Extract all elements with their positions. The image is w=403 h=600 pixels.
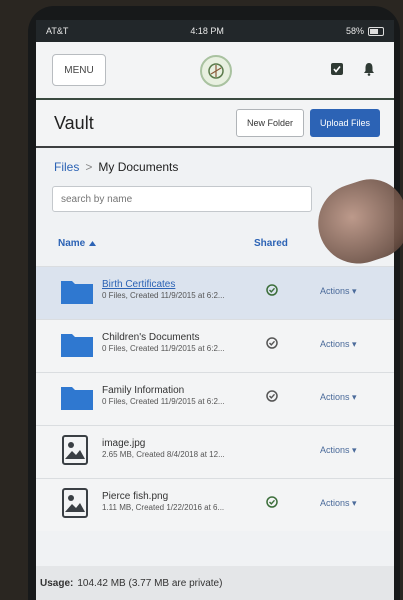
folder-icon — [60, 277, 94, 310]
usage-value: 104.42 MB (3.77 MB are private) — [77, 577, 223, 589]
file-name[interactable]: Birth Certificates — [102, 279, 262, 290]
image-file-icon — [62, 434, 88, 470]
top-navbar: MENU — [36, 42, 394, 100]
table-row[interactable]: Children's Documents 0 Files, Created 11… — [36, 319, 394, 372]
folder-icon — [60, 330, 94, 363]
name-column-label: Name — [58, 237, 86, 249]
bell-icon[interactable] — [362, 62, 376, 76]
shared-check-icon — [266, 283, 278, 301]
breadcrumb-current: My Documents — [98, 160, 179, 174]
folder-icon — [60, 383, 94, 416]
file-name[interactable]: image.jpg — [102, 438, 262, 449]
table-row[interactable]: image.jpg 2.65 MB, Created 8/4/2018 at 1… — [36, 425, 394, 478]
file-name[interactable]: Family Information — [102, 385, 262, 396]
new-folder-button[interactable]: New Folder — [235, 109, 304, 137]
carrier: AT&T — [46, 26, 69, 36]
sort-up-icon — [89, 240, 97, 246]
breadcrumb-separator: > — [85, 160, 93, 174]
menu-button[interactable]: MENU — [52, 54, 106, 86]
actions-dropdown[interactable]: Actions ▾ — [320, 392, 357, 403]
actions-label: Actions — [320, 498, 350, 508]
status-bar: AT&T 4:18 PM 58% — [36, 20, 394, 42]
shared-check-icon — [266, 389, 278, 407]
actions-dropdown[interactable]: Actions ▾ — [320, 339, 357, 350]
shared-column-header: Shared — [254, 237, 288, 249]
actions-label: Actions — [320, 392, 350, 402]
file-list: Birth Certificates 0 Files, Created 11/9… — [36, 266, 394, 531]
breadcrumb-files-link[interactable]: Files — [54, 160, 79, 174]
phone-screen: AT&T 4:18 PM 58% MENU Vault New Folder U… — [36, 20, 394, 600]
actions-dropdown[interactable]: Actions ▾ — [320, 286, 357, 297]
shared-check-icon — [266, 495, 278, 513]
actions-dropdown[interactable]: Actions ▾ — [320, 445, 357, 456]
actions-label: Actions — [320, 339, 350, 349]
actions-dropdown[interactable]: Actions ▾ — [320, 498, 357, 509]
file-meta: 0 Files, Created 11/9/2015 at 6:2... — [102, 291, 225, 300]
actions-label: Actions — [320, 286, 350, 296]
checklist-icon[interactable] — [330, 62, 344, 76]
table-row[interactable]: Pierce fish.png 1.11 MB, Created 1/22/20… — [36, 478, 394, 531]
status-right: 58% — [346, 26, 384, 36]
table-row[interactable]: Birth Certificates 0 Files, Created 11/9… — [36, 266, 394, 319]
usage-label: Usage: — [40, 577, 74, 589]
table-row[interactable]: Family Information 0 Files, Created 11/9… — [36, 372, 394, 425]
battery-icon — [367, 26, 384, 36]
file-meta: 0 Files, Created 11/9/2015 at 6:2... — [102, 397, 225, 406]
file-name[interactable]: Pierce fish.png — [102, 491, 262, 502]
name-column-header[interactable]: Name — [58, 237, 97, 249]
actions-label: Actions — [320, 445, 350, 455]
file-meta: 1.11 MB, Created 1/22/2016 at 6... — [102, 503, 225, 512]
search-input[interactable] — [52, 186, 312, 212]
file-name[interactable]: Children's Documents — [102, 332, 262, 343]
breadcrumb: Files > My Documents — [54, 160, 394, 174]
page-title: Vault — [54, 112, 94, 133]
upload-files-button[interactable]: Upload Files — [309, 109, 380, 137]
vault-header: Vault New Folder Upload Files — [36, 100, 394, 148]
usage-footer: Usage: 104.42 MB (3.77 MB are private) — [36, 566, 394, 600]
file-meta: 2.65 MB, Created 8/4/2018 at 12... — [102, 450, 225, 459]
app-logo-icon[interactable] — [200, 55, 232, 87]
shared-check-icon — [266, 336, 278, 354]
file-meta: 0 Files, Created 11/9/2015 at 6:2... — [102, 344, 225, 353]
clock: 4:18 PM — [190, 26, 224, 36]
battery-percent: 58% — [345, 26, 364, 36]
image-file-icon — [62, 487, 88, 523]
